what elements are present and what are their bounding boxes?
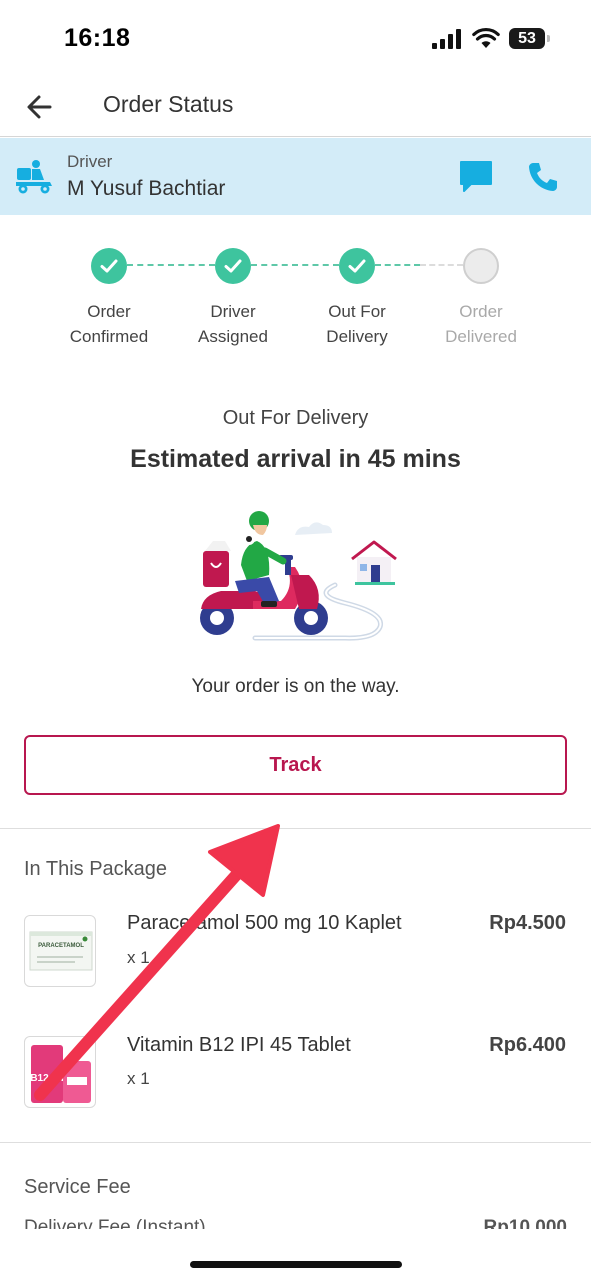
step-label-order-confirmed: Order Confirmed (69, 302, 149, 346)
home-indicator[interactable] (190, 1261, 402, 1268)
section-divider (0, 828, 591, 829)
wifi-icon (472, 27, 500, 48)
item-name: Paracetamol 500 mg 10 Kaplet (127, 912, 402, 934)
check-icon (224, 259, 242, 273)
delivery-rider-illustration (200, 511, 397, 641)
step-done-icon (339, 248, 375, 284)
progress-connector (251, 264, 339, 266)
progress-connector (127, 264, 215, 266)
step-label-out-for-delivery: Out For Delivery (326, 302, 388, 346)
item-quantity: x 1 (127, 1069, 150, 1088)
vitamin-b12-box-image: B12 IPI (30, 1045, 91, 1103)
driver-name: M Yusuf Bachtiar (67, 177, 226, 200)
cellular-signal-icon (432, 29, 461, 49)
driver-info-bar: Driver M Yusuf Bachtiar (0, 138, 591, 215)
product-image-paracetamol[interactable]: PARACETAMOL (24, 915, 96, 987)
item-quantity: x 1 (127, 948, 150, 967)
svg-text:B12 IPI: B12 IPI (30, 1073, 64, 1084)
step-label-driver-assigned: Driver Assigned (198, 302, 268, 346)
delivery-scooter-icon (16, 160, 52, 194)
section-divider (0, 1142, 591, 1143)
status-bar: 16:18 53 (0, 0, 591, 80)
item-price: Rp6.400 (489, 1034, 566, 1056)
page-title: Order Status (103, 91, 234, 117)
check-icon (100, 259, 118, 273)
delivery-status-text: Out For Delivery (222, 407, 369, 429)
battery-level: 53 (518, 30, 536, 47)
phone-icon[interactable] (524, 158, 562, 196)
svg-text:PARACETAMOL: PARACETAMOL (38, 943, 84, 949)
chat-icon[interactable] (457, 158, 495, 196)
product-image-vitamin-b12[interactable]: B12 IPI (24, 1036, 96, 1108)
step-done-icon (215, 248, 251, 284)
on-the-way-message: Your order is on the way. (191, 676, 400, 697)
battery-icon: 53 (509, 28, 545, 49)
paracetamol-box-image: PARACETAMOL (29, 931, 93, 971)
step-done-icon (91, 248, 127, 284)
progress-connector-pending (420, 264, 463, 266)
battery-nub (547, 35, 550, 42)
estimated-arrival: Estimated arrival in 45 mins (130, 445, 461, 473)
status-time: 16:18 (64, 24, 131, 52)
service-fee-title: Service Fee (24, 1176, 131, 1198)
item-name: Vitamin B12 IPI 45 Tablet (127, 1034, 351, 1056)
arrow-left-icon[interactable] (20, 86, 62, 128)
progress-connector (375, 264, 420, 266)
delivery-fee-label: Delivery Fee (Instant) (24, 1217, 206, 1229)
package-section-title: In This Package (24, 858, 168, 880)
driver-label: Driver (67, 152, 113, 171)
step-label-order-delivered: Order Delivered (445, 302, 517, 346)
track-button[interactable]: Track (24, 735, 567, 795)
item-price: Rp4.500 (489, 912, 566, 934)
delivery-fee-row: Delivery Fee (Instant) Rp10.000 (24, 1217, 567, 1229)
step-pending-icon (463, 248, 499, 284)
app-header: Order Status (0, 80, 591, 137)
delivery-fee-value: Rp10.000 (483, 1217, 567, 1229)
order-progress-stepper: Order Confirmed Driver Assigned Out For Del… (0, 240, 591, 360)
check-icon (348, 259, 366, 273)
